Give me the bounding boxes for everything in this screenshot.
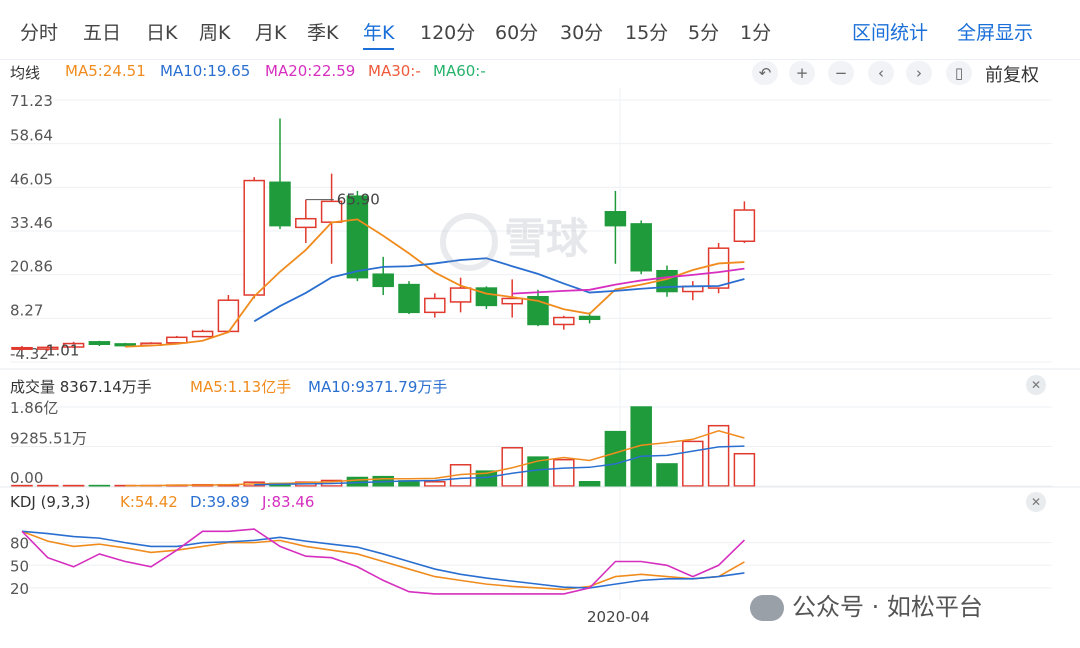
candle-body [166, 336, 188, 344]
candle-body [578, 315, 601, 321]
candle-body [398, 283, 420, 314]
0-tick-label: 33.46 [10, 214, 53, 232]
0-tick-label: 71.23 [10, 92, 53, 110]
kdj-line-d [21, 530, 745, 589]
candle-body [88, 341, 111, 345]
candle-body [217, 299, 240, 333]
volume-bar [707, 424, 730, 487]
social-footer: 公众号 · 如松平台 [750, 587, 983, 622]
volume-bar [501, 447, 523, 487]
candle-body [707, 247, 730, 289]
candle-body [269, 181, 291, 227]
1-tick-label: 9285.51万 [10, 430, 87, 448]
candle-body [372, 273, 394, 288]
volume-bar [682, 440, 704, 487]
low-annotation-label: 1.01 [46, 341, 79, 359]
volume-bar [424, 481, 446, 487]
candle-body [553, 316, 575, 326]
0-tick-label: 20.86 [10, 258, 53, 276]
1-tick-label: 1.86亿 [10, 399, 58, 417]
candle-body [191, 330, 214, 338]
0-tick-label: 8.27 [10, 301, 43, 319]
kdj-tick-label: 80 [10, 535, 29, 553]
watermark: 雪球 [440, 205, 589, 271]
snowball-logo-icon [440, 212, 498, 271]
candle-body [604, 211, 627, 227]
social-text: 公众号 · 如松平台 [792, 593, 983, 621]
candle-body [295, 217, 317, 229]
kdj-tick-label: 50 [10, 557, 29, 575]
volume-bar [37, 484, 59, 488]
candle-body [733, 209, 756, 242]
kdj-tick-label: 20 [10, 580, 29, 598]
candle-body [501, 297, 523, 305]
candle-body [449, 287, 472, 303]
high-annotation-label: 65.90 [337, 191, 380, 209]
volume-bar [604, 430, 627, 487]
candle-body [630, 223, 652, 272]
0-tick-label: 46.05 [10, 170, 53, 188]
0-tick-label: 58.64 [10, 127, 53, 145]
candle-body [114, 343, 136, 347]
stock-chart: 71.2358.6446.0533.4620.868.27-4.3265.901… [0, 88, 1080, 600]
volume-bar [733, 452, 756, 487]
1-tick-label: 0.00 [10, 469, 43, 487]
watermark-text: 雪球 [504, 214, 589, 263]
x-axis-date-label: 2020-04 [587, 608, 650, 626]
volume-bar [553, 458, 575, 487]
candle-body [11, 346, 33, 350]
volume-bar [11, 484, 33, 488]
volume-bar [656, 463, 678, 487]
candle-body [424, 297, 446, 314]
volume-bar [62, 484, 85, 488]
wechat-icon [750, 595, 784, 621]
volume-bar [88, 484, 111, 488]
volume-bar [630, 406, 652, 487]
candle-body [243, 179, 265, 296]
volume-bar [578, 481, 601, 487]
